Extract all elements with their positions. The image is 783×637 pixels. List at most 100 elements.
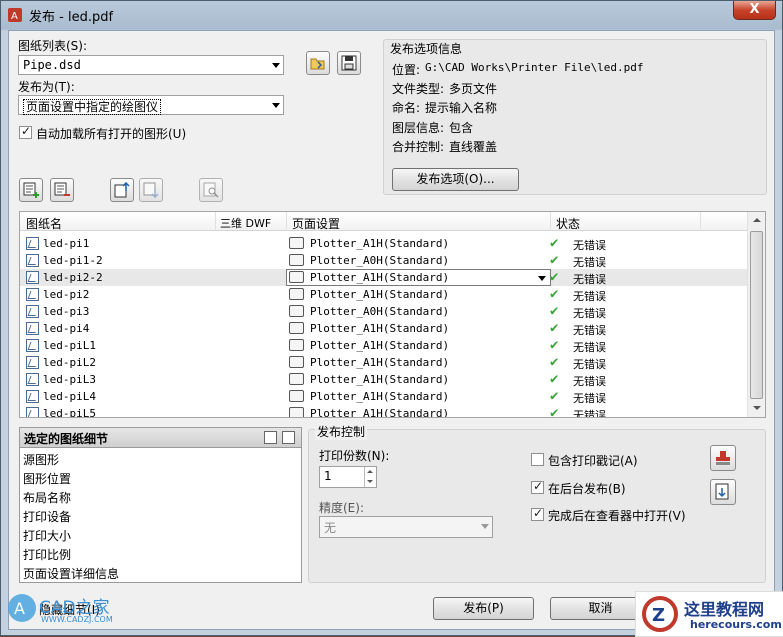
window-title: 发布 - led.pdf	[29, 10, 114, 25]
page-setup-cell: Plotter_A1H(Standard)	[310, 373, 450, 386]
status-cell: 无错误	[573, 290, 606, 303]
check-icon: ✔	[550, 286, 559, 302]
grid-header: 图纸名 三维 DWF 页面设置 状态	[20, 212, 747, 231]
load-sheet-list-button[interactable]	[306, 51, 330, 75]
page-setup-cell: Plotter_A1H(Standard)	[310, 237, 450, 250]
column-sheet-name[interactable]: 图纸名	[26, 215, 62, 232]
chevron-up-icon	[753, 218, 761, 222]
copies-spinner[interactable]: 1	[319, 466, 377, 488]
cadzj-url: WWW.CADZJ.COM	[41, 615, 113, 624]
copies-value: 1	[324, 469, 332, 483]
publish-options-info-title: 发布选项信息	[390, 42, 463, 56]
save-disk-icon	[341, 55, 357, 71]
page-setup-cell[interactable]: Plotter_A1H(Standard)	[310, 271, 449, 284]
move-sheet-up-button[interactable]	[110, 178, 134, 202]
publish-to-value: 页面设置中指定的绘图仪	[23, 99, 162, 115]
naming-label: 命名:	[392, 101, 421, 115]
column-divider	[215, 212, 216, 231]
table-row[interactable]: led-piL1 Plotter_A1H(Standard) ✔ 无错误	[20, 337, 747, 354]
publish-background-checkbox[interactable]	[531, 479, 544, 494]
autocad-app-icon: A	[8, 8, 22, 22]
plot-stamp-settings-button[interactable]	[710, 445, 736, 471]
table-row[interactable]: led-pi4 Plotter_A1H(Standard) ✔ 无错误	[20, 320, 747, 337]
table-row[interactable]: led-piL3 Plotter_A1H(Standard) ✔ 无错误	[20, 371, 747, 388]
status-cell: 无错误	[573, 324, 606, 337]
scroll-up-button[interactable]	[748, 212, 765, 229]
column-page-setup[interactable]: 页面设置	[292, 215, 340, 232]
include-stamp-label: 包含打印戳记(A)	[548, 454, 638, 468]
table-row[interactable]: led-pi2-2 Plotter_A1H(Standard) ✔ 无错误	[20, 269, 747, 286]
status-cell: 无错误	[573, 273, 606, 286]
sheet-icon	[26, 356, 39, 369]
table-row[interactable]: led-piL2 Plotter_A1H(Standard) ✔ 无错误	[20, 354, 747, 371]
export-icon	[715, 483, 729, 500]
chevron-down-icon	[753, 406, 761, 410]
include-stamp-checkbox[interactable]	[531, 453, 544, 466]
plotter-icon	[289, 237, 304, 249]
detail-drawing-location: 图形位置	[23, 472, 72, 486]
column-status[interactable]: 状态	[556, 215, 580, 232]
details-copy-icon[interactable]	[264, 431, 277, 444]
chevron-down-icon	[272, 63, 280, 68]
location-value: G:\CAD Works\Printer File\led.pdf	[425, 61, 644, 74]
magnifier-icon	[203, 182, 219, 198]
table-row[interactable]: led-pi1-2 Plotter_A0H(Standard) ✔ 无错误	[20, 252, 747, 269]
table-row[interactable]: led-piL4 Plotter_A1H(Standard) ✔ 无错误	[20, 388, 747, 405]
title-bar[interactable]: A 发布 - led.pdf X	[1, 1, 782, 29]
remove-sheets-button[interactable]	[50, 178, 74, 202]
table-row[interactable]: led-pi3 Plotter_A0H(Standard) ✔ 无错误	[20, 303, 747, 320]
auto-load-label: 自动加载所有打开的图形(U)	[36, 127, 187, 141]
scroll-thumb[interactable]	[750, 231, 763, 399]
precision-select[interactable]: 无	[319, 516, 493, 538]
sheet-icon	[26, 271, 39, 284]
location-label: 位置:	[392, 63, 421, 77]
page-setup-cell: Plotter_A0H(Standard)	[310, 254, 450, 267]
publish-background-label: 在后台发布(B)	[548, 482, 626, 496]
detail-source-drawing: 源图形	[23, 453, 60, 467]
export-publish-button[interactable]	[710, 479, 736, 505]
scroll-down-button[interactable]	[748, 400, 765, 417]
sheet-list-value: Pipe.dsd	[23, 58, 81, 72]
open-folder-icon	[310, 58, 325, 70]
detail-plot-scale: 打印比例	[23, 548, 72, 562]
spin-down-icon[interactable]	[364, 477, 376, 487]
page-setup-cell: Plotter_A0H(Standard)	[310, 305, 450, 318]
auto-load-checkbox[interactable]	[19, 124, 32, 139]
publish-button[interactable]: 发布(P)	[433, 597, 534, 620]
column-divider	[550, 212, 551, 231]
sheet-icon	[26, 322, 39, 335]
grid-vertical-scrollbar[interactable]	[747, 212, 765, 417]
sheet-icon	[26, 305, 39, 318]
page-setup-cell: Plotter_A1H(Standard)	[310, 339, 450, 352]
svg-text:A: A	[14, 599, 25, 618]
status-cell: 无错误	[573, 307, 606, 320]
table-row[interactable]: led-piL5 Plotter_A1H(Standard) ✔ 无错误	[20, 405, 747, 417]
page-setup-cell: Plotter_A1H(Standard)	[310, 390, 450, 403]
sheet-name-cell: led-pi2	[43, 288, 90, 301]
move-sheet-down-button[interactable]	[139, 178, 163, 202]
sheet-name-cell: led-pi1	[43, 237, 90, 250]
open-in-viewer-checkbox[interactable]	[531, 506, 544, 521]
open-in-viewer-label: 完成后在查看器中打开(V)	[548, 509, 686, 523]
preview-button[interactable]	[199, 178, 223, 202]
publish-to-select[interactable]: 页面设置中指定的绘图仪	[18, 95, 284, 115]
details-refresh-icon[interactable]	[282, 431, 295, 444]
sheet-list-select[interactable]: Pipe.dsd	[18, 55, 284, 75]
column-divider	[700, 212, 701, 231]
add-sheets-button[interactable]	[19, 178, 43, 202]
column-3d-dwf[interactable]: 三维 DWF	[220, 215, 271, 231]
close-button[interactable]: X	[733, 1, 776, 20]
save-sheet-list-button[interactable]	[337, 51, 361, 75]
chevron-up-icon	[367, 470, 373, 473]
publish-options-button[interactable]: 发布选项(O)...	[392, 168, 519, 191]
table-row[interactable]: led-pi2 Plotter_A1H(Standard) ✔ 无错误	[20, 286, 747, 303]
spin-up-icon[interactable]	[364, 467, 376, 477]
check-icon: ✔	[550, 388, 559, 404]
herecours-watermark: Z 这里教程网 herecours.com	[635, 591, 783, 637]
table-row[interactable]: led-pi1 Plotter_A1H(Standard) ✔ 无错误	[20, 235, 747, 252]
plotter-icon	[289, 390, 304, 402]
plotter-icon	[289, 288, 304, 300]
page-setup-cell: Plotter_A1H(Standard)	[310, 288, 450, 301]
check-icon: ✔	[550, 320, 559, 336]
herecours-url: herecours.com	[690, 618, 782, 631]
